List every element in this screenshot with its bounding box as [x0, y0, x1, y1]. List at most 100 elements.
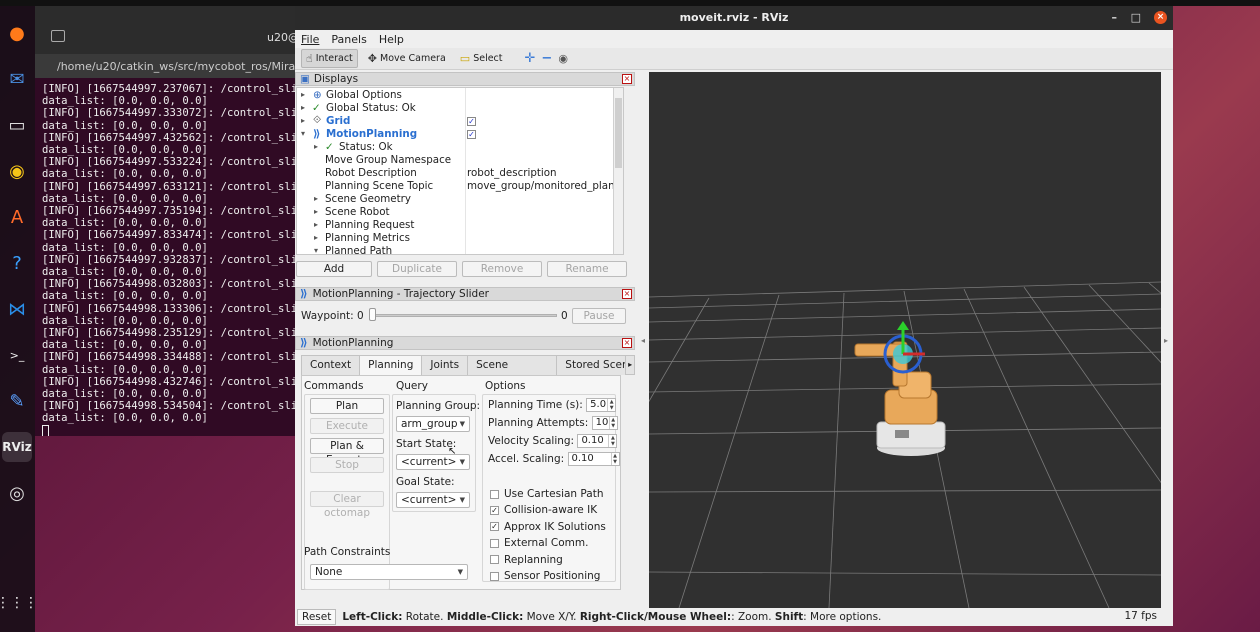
tree-row-scene-robot[interactable]: ▸ Scene Robot	[297, 205, 623, 218]
tree-row-planning-metrics[interactable]: ▸ Planning Metrics	[297, 231, 623, 244]
tab-joints[interactable]: Joints	[421, 355, 469, 375]
tree-row-move-group-ns[interactable]: Move Group Namespace	[297, 153, 623, 166]
option-checkbox[interactable]: ✓	[490, 522, 499, 532]
spin-arrows-icon[interactable]: ▲ ▼	[608, 417, 617, 429]
option-checkbox-row[interactable]: External Comm.	[490, 537, 588, 549]
displays-scrollbar[interactable]	[613, 88, 623, 254]
tab-scene-objects[interactable]: Scene Objects	[467, 355, 558, 390]
tree-row-status[interactable]: ▸ ✓ Status: Ok	[297, 140, 623, 153]
grid-enabled-checkbox[interactable]: ✓	[467, 116, 476, 126]
tab-scroll-right-icon[interactable]: ▸	[625, 355, 635, 375]
spin-arrows-icon[interactable]: ▲ ▼	[607, 399, 615, 411]
displays-close-icon[interactable]: ×	[622, 74, 632, 84]
option-checkbox[interactable]	[490, 555, 499, 565]
trajectory-close-icon[interactable]: ×	[622, 289, 632, 299]
remove-button[interactable]: Remove	[462, 261, 542, 277]
displays-buttons: Add Duplicate Remove Rename	[296, 261, 634, 277]
option-checkbox-row[interactable]: ✓ Approx IK Solutions	[490, 521, 606, 533]
interact-tool[interactable]: ☝ Interact	[301, 49, 358, 68]
accel-scaling-spinbox[interactable]: 0.10 ▲ ▼	[567, 452, 620, 466]
editor-icon[interactable]: ✎	[2, 386, 32, 416]
tree-row-global-options[interactable]: ▸ ⊕ Global Options	[297, 88, 623, 101]
tab-planning[interactable]: Planning	[359, 355, 423, 376]
tree-row-scene-geometry[interactable]: ▸ Scene Geometry	[297, 192, 623, 205]
tab-context[interactable]: Context	[301, 355, 361, 375]
terminal-line: data_list: [0.0, 0.0, 0.0]	[42, 388, 208, 401]
remove-tool-icon[interactable]: −	[541, 51, 552, 66]
terminal-tab-path[interactable]: /home/u20/catkin_ws/src/mycobot_ros/Mira…	[35, 54, 297, 78]
maximize-button[interactable]: □	[1131, 6, 1141, 30]
option-checkbox-row[interactable]: Use Cartesian Path	[490, 488, 604, 500]
new-tab-icon[interactable]	[51, 30, 65, 42]
tree-row-planned-path[interactable]: ▾ Planned Path	[297, 244, 623, 255]
tree-row-planning-scene-topic[interactable]: Planning Scene Topic move_group/monitore…	[297, 179, 623, 192]
tree-row-motion-planning[interactable]: ▾ ⟫ MotionPlanning ✓	[297, 127, 623, 140]
rename-button[interactable]: Rename	[547, 261, 627, 277]
option-checkbox-row[interactable]: Replanning	[490, 554, 563, 566]
terminal-icon[interactable]: >_	[2, 340, 32, 370]
option-checkbox[interactable]	[490, 571, 499, 581]
displays-tree[interactable]: ▸ ⊕ Global Options ▸ ✓ Global Status: Ok…	[296, 87, 624, 255]
menu-panels[interactable]: Panels	[331, 33, 366, 46]
duplicate-button[interactable]: Duplicate	[377, 261, 457, 277]
menu-help[interactable]: Help	[379, 33, 404, 46]
option-checkbox-row[interactable]: ✓ Collision-aware IK	[490, 504, 597, 516]
reset-button[interactable]: Reset	[297, 609, 337, 625]
tab-stored-scene[interactable]: Stored Scene	[556, 355, 627, 375]
clear-octomap-button[interactable]: Clear octomap	[310, 491, 384, 519]
spin-arrows-icon[interactable]: ▲ ▼	[610, 453, 619, 465]
goal-state-select[interactable]: <current> ▼	[396, 492, 470, 508]
tree-row-robot-description[interactable]: Robot Description robot_description	[297, 166, 623, 179]
execute-button[interactable]: Execute	[310, 418, 384, 434]
option-checkbox-row[interactable]: Sensor Positioning	[490, 570, 600, 582]
path-constraints-select[interactable]: None ▼	[310, 564, 468, 580]
help-icon[interactable]: ?	[2, 248, 32, 278]
move-camera-tool[interactable]: ✥ Move Camera	[364, 50, 450, 67]
software-icon[interactable]: A	[2, 202, 32, 232]
music-icon[interactable]: ◉	[2, 156, 32, 186]
stop-button[interactable]: Stop	[310, 457, 384, 473]
option-checkbox[interactable]	[490, 538, 499, 548]
add-button[interactable]: Add	[296, 261, 372, 277]
scrollbar-thumb[interactable]	[615, 98, 622, 168]
waypoint-slider-track[interactable]	[371, 314, 557, 317]
tree-value[interactable]: robot_description	[467, 167, 557, 179]
plan-button[interactable]: Plan	[310, 398, 384, 414]
option-checkbox[interactable]	[490, 489, 499, 499]
spin-arrows-icon[interactable]: ▲ ▼	[608, 435, 616, 447]
tree-row-grid[interactable]: ▸ ⟐ Grid ✓	[297, 114, 623, 127]
firefox-icon[interactable]: ●	[2, 18, 32, 48]
right-dock-expand-icon[interactable]: ▸	[1164, 336, 1168, 345]
tree-label: Grid	[326, 114, 351, 127]
close-button[interactable]: ×	[1154, 11, 1167, 24]
mail-icon[interactable]: ✉	[2, 64, 32, 94]
disc-icon[interactable]: ◎	[2, 478, 32, 508]
start-state-select[interactable]: <current> ▼	[396, 454, 470, 470]
add-tool-icon[interactable]: ✛	[525, 51, 536, 66]
tree-row-planning-request[interactable]: ▸ Planning Request	[297, 218, 623, 231]
select-tool[interactable]: ▭ Select	[456, 50, 507, 67]
vscode-icon[interactable]: ⋈	[2, 294, 32, 324]
planning-attempts-spinbox[interactable]: 10 ▲ ▼	[591, 416, 618, 430]
tree-value[interactable]: move_group/monitored_planni…	[467, 180, 623, 192]
menu-file[interactable]: File	[301, 33, 319, 46]
motion-planning-close-icon[interactable]: ×	[622, 338, 632, 348]
left-dock-collapse-icon[interactable]: ◂	[641, 336, 645, 345]
app-grid-icon[interactable]: ⋮⋮⋮	[0, 588, 38, 618]
velocity-scaling-spinbox[interactable]: 0.10 ▲ ▼	[577, 434, 618, 448]
terminal-output[interactable]: [INFO] [1667544997.237067]: /control_sli…	[35, 78, 297, 436]
planning-time-spinbox[interactable]: 5.0 ▲ ▼	[586, 398, 617, 412]
render-viewport[interactable]	[649, 72, 1161, 608]
files-icon[interactable]: ▭	[2, 110, 32, 140]
waypoint-slider-handle[interactable]	[369, 308, 376, 321]
motion-planning-enabled-checkbox[interactable]: ✓	[467, 129, 476, 139]
option-checkbox[interactable]: ✓	[490, 505, 499, 515]
rviz-icon[interactable]: RViz	[2, 432, 32, 462]
velocity-scaling-value: 0.10	[581, 435, 604, 446]
plan-execute-button[interactable]: Plan & Execute	[310, 438, 384, 466]
tree-row-global-status[interactable]: ▸ ✓ Global Status: Ok	[297, 101, 623, 114]
minimize-button[interactable]: –	[1112, 6, 1118, 30]
eye-icon[interactable]: ◉	[558, 52, 568, 65]
pause-button[interactable]: Pause	[572, 308, 626, 324]
planning-group-select[interactable]: arm_group ▼	[396, 416, 470, 432]
